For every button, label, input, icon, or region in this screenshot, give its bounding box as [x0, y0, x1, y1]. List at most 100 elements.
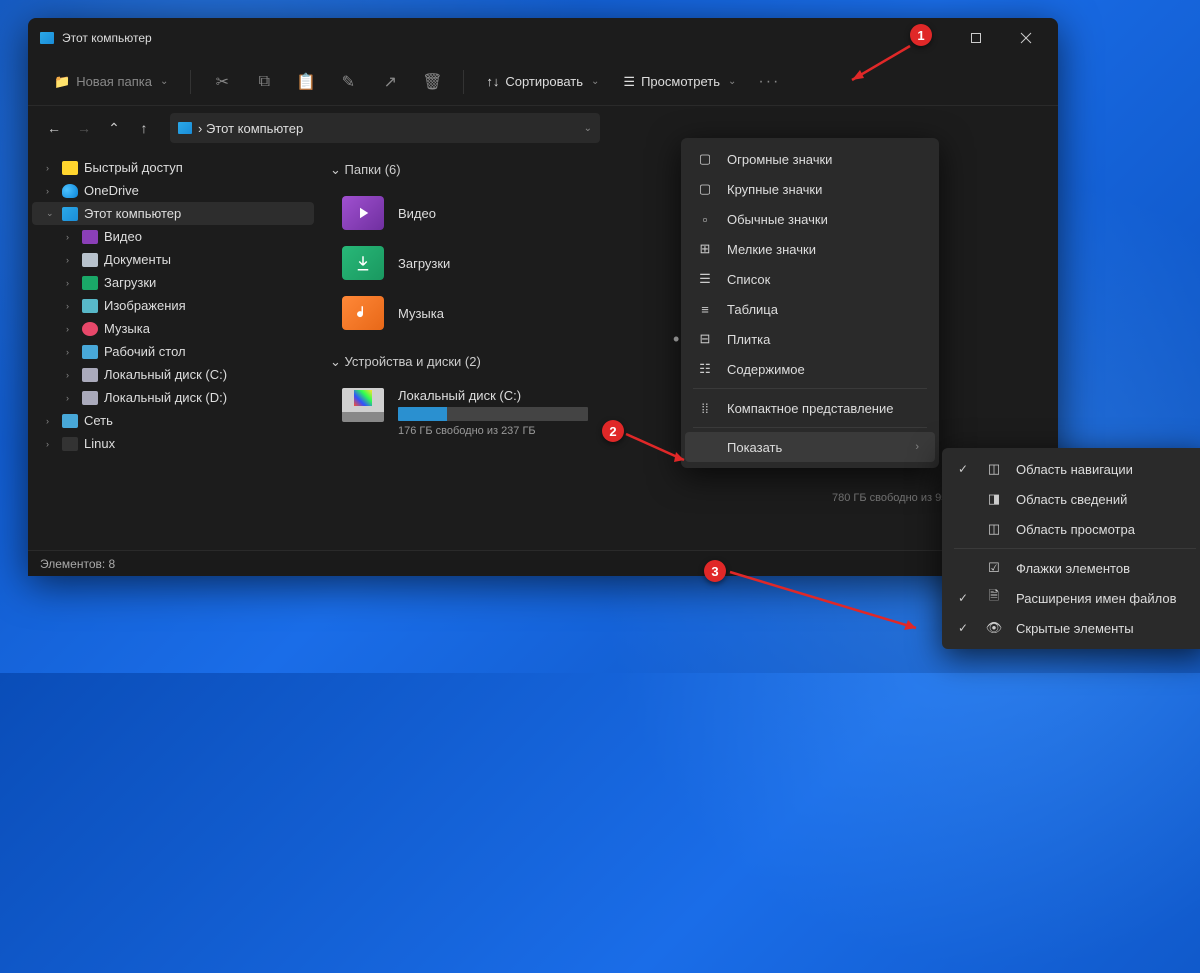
- paste-icon[interactable]: 📋: [297, 73, 315, 91]
- forward-button[interactable]: →: [70, 114, 98, 142]
- grid-icon: ⊞: [697, 241, 713, 257]
- eye-icon: 👁: [986, 620, 1002, 636]
- sidebar-item-music[interactable]: ›Музыка: [32, 317, 314, 340]
- check-icon: ✓: [958, 462, 972, 476]
- menu-hidden-items[interactable]: ✓👁Скрытые элементы: [946, 613, 1200, 643]
- delete-icon[interactable]: 🗑: [423, 73, 441, 91]
- sidebar-item-quickaccess[interactable]: ›Быстрый доступ: [32, 156, 314, 179]
- annotation-2: 2: [602, 420, 624, 442]
- app-icon: [40, 32, 54, 44]
- file-icon: 🗎: [986, 590, 1002, 606]
- disk-icon: [82, 368, 98, 382]
- sidebar-item-diskd[interactable]: ›Локальный диск (D:): [32, 386, 314, 409]
- document-icon: [82, 253, 98, 267]
- sidebar-item-downloads[interactable]: ›Загрузки: [32, 271, 314, 294]
- maximize-button[interactable]: [960, 26, 992, 50]
- cut-icon[interactable]: ✂: [213, 73, 231, 91]
- show-submenu: ✓◫Область навигации ◨Область сведений ◫О…: [942, 448, 1200, 649]
- menu-details-pane[interactable]: ◨Область сведений: [946, 484, 1200, 514]
- disk-icon: [82, 391, 98, 405]
- sidebar-item-desktop[interactable]: ›Рабочий стол: [32, 340, 314, 363]
- chevron-down-icon: ⌄: [160, 76, 168, 87]
- menu-nav-pane[interactable]: ✓◫Область навигации: [946, 454, 1200, 484]
- star-icon: [62, 161, 78, 175]
- download-folder-icon: [342, 246, 384, 280]
- menu-medium-icons[interactable]: ▫Обычные значки: [685, 204, 935, 234]
- chevron-down-icon: ⌄: [591, 76, 599, 87]
- menu-extra-large-icons[interactable]: ▢Огромные значки: [685, 144, 935, 174]
- view-icon: ☰: [623, 74, 635, 90]
- view-button[interactable]: ☰ Просмотреть ⌄: [615, 70, 744, 94]
- view-menu: ▢Огромные значки ▢Крупные значки ▫Обычны…: [681, 138, 939, 468]
- address-bar[interactable]: › Этот компьютер ⌄: [170, 113, 600, 143]
- chevron-down-icon: ⌄: [728, 76, 736, 87]
- menu-tiles[interactable]: •⊟Плитка: [685, 324, 935, 354]
- navigation-pane: ›Быстрый доступ ›OneDrive ⌄Этот компьюте…: [28, 150, 318, 550]
- menu-list[interactable]: ☰Список: [685, 264, 935, 294]
- menu-show[interactable]: Показать›: [685, 432, 935, 462]
- drive-c-capacity-bar: [398, 407, 588, 421]
- annotation-arrow-1: [842, 42, 914, 86]
- square-icon: ▢: [697, 151, 713, 167]
- menu-table[interactable]: ≡Таблица: [685, 294, 935, 324]
- network-icon: [62, 414, 78, 428]
- drive-icon: [342, 388, 384, 422]
- more-icon[interactable]: ···: [760, 73, 778, 91]
- menu-preview-pane[interactable]: ◫Область просмотра: [946, 514, 1200, 544]
- list-icon: ☰: [697, 271, 713, 287]
- folder-plus-icon: 📁: [54, 74, 70, 90]
- check-icon: ✓: [958, 621, 972, 635]
- annotation-1: 1: [910, 24, 932, 46]
- sidebar-item-images[interactable]: ›Изображения: [32, 294, 314, 317]
- sidebar-item-thispc[interactable]: ⌄Этот компьютер: [32, 202, 314, 225]
- tiles-icon: ⊟: [697, 331, 713, 347]
- up-level-button[interactable]: ↑: [130, 114, 158, 142]
- pane-icon: ◨: [986, 491, 1002, 507]
- rename-icon[interactable]: ✎: [339, 73, 357, 91]
- check-icon: ✓: [958, 591, 972, 605]
- new-folder-button[interactable]: 📁 Новая папка ⌄: [46, 70, 176, 94]
- checkbox-icon: ☑: [986, 560, 1002, 576]
- menu-large-icons[interactable]: ▢Крупные значки: [685, 174, 935, 204]
- annotation-arrow-3: [726, 568, 926, 638]
- compact-icon: ⁞⁞: [697, 400, 713, 416]
- share-icon[interactable]: ↗: [381, 73, 399, 91]
- sidebar-item-video[interactable]: ›Видео: [32, 225, 314, 248]
- back-button[interactable]: ←: [40, 114, 68, 142]
- chevron-right-icon: ›: [915, 441, 919, 453]
- menu-file-extensions[interactable]: ✓🗎Расширения имен файлов: [946, 583, 1200, 613]
- menu-content[interactable]: ☷Содержимое: [685, 354, 935, 384]
- file-explorer-window: Этот компьютер 📁 Новая папка ⌄ ✂ ⧉ 📋 ✎ ↗…: [28, 18, 1058, 576]
- desktop-icon: [82, 345, 98, 359]
- window-title: Этот компьютер: [62, 31, 910, 45]
- menu-small-icons[interactable]: ⊞Мелкие значки: [685, 234, 935, 264]
- menu-item-checkboxes[interactable]: ☑Флажки элементов: [946, 553, 1200, 583]
- video-folder-icon: [342, 196, 384, 230]
- pc-icon: [178, 122, 192, 134]
- sidebar-item-documents[interactable]: ›Документы: [32, 248, 314, 271]
- sort-button[interactable]: ↑↓ Сортировать ⌄: [478, 70, 607, 93]
- music-folder-icon: [342, 296, 384, 330]
- menu-compact[interactable]: ⁞⁞Компактное представление: [685, 393, 935, 423]
- pane-icon: ◫: [986, 521, 1002, 537]
- download-icon: [82, 276, 98, 290]
- content-icon: ☷: [697, 361, 713, 377]
- table-icon: ≡: [697, 301, 713, 317]
- image-icon: [82, 299, 98, 313]
- sidebar-item-network[interactable]: ›Сеть: [32, 409, 314, 432]
- item-count: Элементов: 8: [40, 557, 115, 571]
- sidebar-item-diskc[interactable]: ›Локальный диск (C:): [32, 363, 314, 386]
- pc-icon: [62, 207, 78, 221]
- linux-icon: [62, 437, 78, 451]
- close-button[interactable]: [1010, 26, 1042, 50]
- music-icon: [82, 322, 98, 336]
- sidebar-item-linux[interactable]: ›Linux: [32, 432, 314, 455]
- annotation-arrow-2: [622, 430, 694, 470]
- sort-icon: ↑↓: [486, 74, 499, 89]
- annotation-3: 3: [704, 560, 726, 582]
- copy-icon[interactable]: ⧉: [255, 73, 273, 91]
- square-icon: ▢: [697, 181, 713, 197]
- video-icon: [82, 230, 98, 244]
- up-button[interactable]: ⌃: [100, 114, 128, 142]
- sidebar-item-onedrive[interactable]: ›OneDrive: [32, 179, 314, 202]
